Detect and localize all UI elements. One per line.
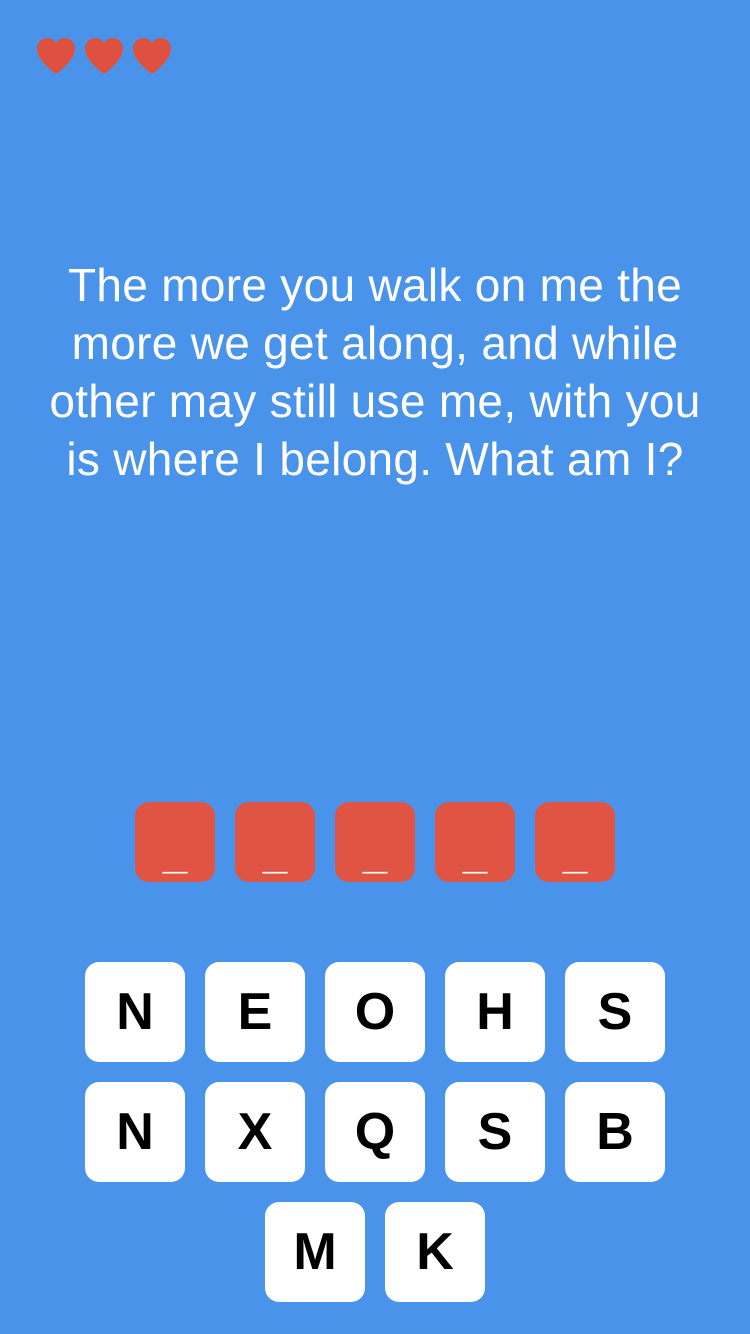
slot-letter: _ xyxy=(362,829,388,878)
slot-letter: _ xyxy=(562,829,588,878)
lives-indicator xyxy=(34,36,174,76)
letter-key[interactable]: B xyxy=(565,1082,665,1182)
letter-keyboard: N E O H S N X Q S B M K xyxy=(0,962,750,1322)
letter-key[interactable]: Q xyxy=(325,1082,425,1182)
letter-key[interactable]: N xyxy=(85,962,185,1062)
answer-slot[interactable]: _ xyxy=(535,802,615,882)
riddle-text: The more you walk on me the more we get … xyxy=(49,259,701,485)
letter-key[interactable]: O xyxy=(325,962,425,1062)
answer-slot[interactable]: _ xyxy=(235,802,315,882)
letter-key[interactable]: S xyxy=(445,1082,545,1182)
letter-key[interactable]: H xyxy=(445,962,545,1062)
letter-key[interactable]: E xyxy=(205,962,305,1062)
answer-slots: _ _ _ _ _ xyxy=(0,802,750,882)
letter-key[interactable]: S xyxy=(565,962,665,1062)
heart-icon xyxy=(133,38,171,74)
answer-slot[interactable]: _ xyxy=(335,802,415,882)
heart-icon xyxy=(85,38,123,74)
keyboard-row: M K xyxy=(0,1202,750,1302)
slot-letter: _ xyxy=(462,829,488,878)
letter-key[interactable]: M xyxy=(265,1202,365,1302)
answer-slot[interactable]: _ xyxy=(435,802,515,882)
letter-key[interactable]: N xyxy=(85,1082,185,1182)
answer-slot[interactable]: _ xyxy=(135,802,215,882)
keyboard-row: N E O H S xyxy=(0,962,750,1062)
keyboard-row: N X Q S B xyxy=(0,1082,750,1182)
letter-key[interactable]: X xyxy=(205,1082,305,1182)
letter-key[interactable]: K xyxy=(385,1202,485,1302)
slot-letter: _ xyxy=(162,829,188,878)
slot-letter: _ xyxy=(262,829,288,878)
heart-icon xyxy=(37,38,75,74)
